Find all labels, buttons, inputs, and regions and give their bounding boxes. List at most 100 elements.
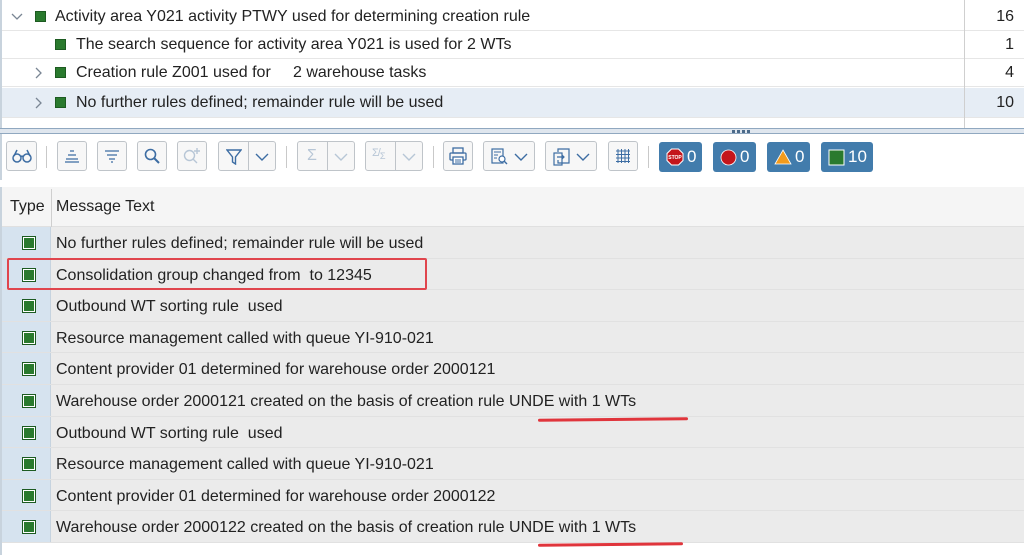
layout-icon (491, 148, 508, 165)
splitter-grip-icon[interactable] (732, 130, 750, 133)
tree-row-count: 4 (1005, 64, 1014, 81)
tree-row-text: Creation rule Z001 used for 2 warehouse … (76, 64, 427, 81)
grid-view-button[interactable] (608, 141, 638, 171)
row-type-cell[interactable] (2, 448, 51, 479)
row-type-cell[interactable] (2, 290, 51, 321)
tree-row-selected[interactable]: No further rules defined; remainder rule… (2, 88, 1024, 118)
details-button[interactable] (6, 141, 37, 171)
filter-icon (226, 149, 242, 165)
total-button[interactable]: Σ (297, 141, 355, 171)
success-status-icon (22, 425, 36, 440)
grid-header: Type Message Text (2, 187, 1024, 227)
chevron-down-icon[interactable] (576, 153, 590, 161)
success-status-icon (22, 330, 36, 345)
tree-row[interactable]: Activity area Y021 activity PTWY used fo… (2, 3, 1024, 31)
chevron-down-icon[interactable] (10, 10, 24, 24)
column-header-type[interactable]: Type (10, 198, 45, 216)
row-type-cell[interactable] (2, 416, 51, 448)
alv-toolbar: Σ Σ/Σ STOP 0 0 0 10 (0, 134, 1024, 180)
message-row[interactable]: Outbound WT sorting rule used (2, 290, 1024, 322)
find-next-button[interactable] (177, 141, 207, 171)
message-grid: Type Message Text No further rules defin… (0, 187, 1024, 555)
sort-descending-button[interactable] (97, 141, 127, 171)
tree-row-text: No further rules defined; remainder rule… (76, 94, 444, 111)
success-status-icon (55, 39, 66, 50)
warning-count-button[interactable]: 0 (767, 142, 810, 172)
message-tree: Activity area Y021 activity PTWY used fo… (0, 0, 1024, 128)
column-divider[interactable] (51, 189, 52, 227)
row-type-cell[interactable] (2, 385, 51, 416)
column-divider (964, 0, 965, 128)
message-row[interactable]: Resource management called with queue YI… (2, 448, 1024, 480)
error-count-button[interactable]: 0 (713, 142, 756, 172)
message-row[interactable]: Resource management called with queue YI… (2, 321, 1024, 354)
layout-button[interactable] (483, 141, 535, 171)
success-status-icon (55, 97, 66, 108)
success-count: 10 (848, 147, 867, 166)
success-status-icon (35, 11, 46, 22)
filter-button[interactable] (218, 141, 276, 171)
annotation-highlight-box (7, 258, 427, 290)
message-text: No further rules defined; remainder rule… (56, 235, 424, 252)
row-type-cell[interactable] (2, 479, 51, 511)
chevron-down-icon[interactable] (255, 153, 269, 161)
print-button[interactable] (443, 141, 473, 171)
error-circle-icon (720, 149, 737, 165)
success-count-button[interactable]: 10 (821, 142, 873, 172)
message-row[interactable]: Content provider 01 determined for wareh… (2, 479, 1024, 512)
message-text: Warehouse order 2000121 created on the b… (56, 393, 637, 410)
row-type-cell[interactable] (2, 353, 51, 384)
toolbar-separator (46, 146, 47, 168)
subtotal-icon: Σ/Σ (372, 147, 385, 162)
tree-row[interactable]: Creation rule Z001 used for 2 warehouse … (2, 59, 1024, 87)
toolbar-separator (286, 146, 287, 168)
glasses-icon (11, 149, 32, 163)
warning-triangle-icon (774, 149, 792, 165)
row-type-cell[interactable] (2, 321, 51, 353)
tree-row[interactable]: The search sequence for activity area Y0… (2, 31, 1024, 59)
message-row[interactable]: No further rules defined; remainder rule… (2, 227, 1024, 259)
chevron-down-icon[interactable] (514, 153, 528, 161)
chevron-down-icon[interactable] (402, 153, 416, 161)
message-row[interactable]: Warehouse order 2000121 created on the b… (2, 385, 1024, 417)
success-status-icon (22, 394, 36, 408)
toolbar-separator (648, 146, 649, 168)
printer-icon (449, 147, 467, 165)
find-button[interactable] (137, 141, 167, 171)
stop-sign-icon: STOP (666, 148, 684, 166)
message-row[interactable]: Warehouse order 2000122 created on the b… (2, 511, 1024, 543)
sort-ascending-button[interactable] (57, 141, 87, 171)
stop-count-button[interactable]: STOP 0 (659, 142, 702, 172)
message-row[interactable]: Content provider 01 determined for wareh… (2, 353, 1024, 385)
success-status-icon (22, 299, 36, 314)
chevron-right-icon[interactable] (32, 96, 46, 110)
tree-row-count: 1 (1005, 36, 1014, 53)
message-row[interactable]: Outbound WT sorting rule used (2, 416, 1024, 449)
sigma-icon: Σ (307, 147, 317, 164)
success-status-icon (22, 488, 36, 503)
subtotal-button[interactable]: Σ/Σ (365, 141, 423, 171)
grid-icon (616, 149, 630, 163)
success-square-icon (828, 149, 845, 165)
chevron-right-icon[interactable] (32, 66, 46, 80)
column-header-message[interactable]: Message Text (56, 198, 154, 216)
svg-text:STOP: STOP (668, 155, 682, 161)
chevron-down-icon[interactable] (334, 153, 348, 161)
search-icon (144, 148, 160, 164)
row-type-cell[interactable] (2, 511, 51, 542)
tree-row-text: The search sequence for activity area Y0… (76, 36, 512, 53)
row-type-cell[interactable] (2, 227, 51, 258)
sort-descending-icon (105, 150, 119, 163)
message-text: Outbound WT sorting rule used (56, 424, 283, 442)
message-text: Content provider 01 determined for wareh… (56, 361, 496, 379)
sort-ascending-icon (65, 150, 79, 163)
warning-count: 0 (795, 147, 805, 166)
toolbar-separator (433, 146, 434, 168)
success-status-icon (22, 236, 36, 250)
tree-row-text: Activity area Y021 activity PTWY used fo… (55, 8, 531, 25)
message-text: Warehouse order 2000122 created on the b… (56, 519, 637, 537)
message-text: Resource management called with queue YI… (56, 329, 434, 347)
success-status-icon (22, 362, 36, 377)
message-text: Content provider 01 determined for wareh… (56, 487, 496, 505)
export-button[interactable] (545, 141, 597, 171)
